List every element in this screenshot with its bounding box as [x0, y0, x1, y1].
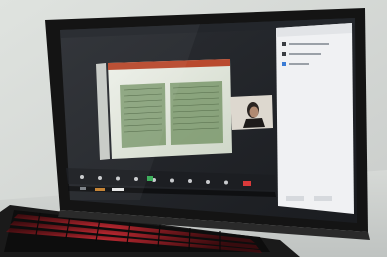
end-button-icon — [243, 181, 251, 186]
participants-panel — [276, 23, 354, 214]
participant-face — [249, 106, 259, 118]
participant-body — [243, 118, 265, 128]
laptop-photo — [0, 0, 387, 257]
